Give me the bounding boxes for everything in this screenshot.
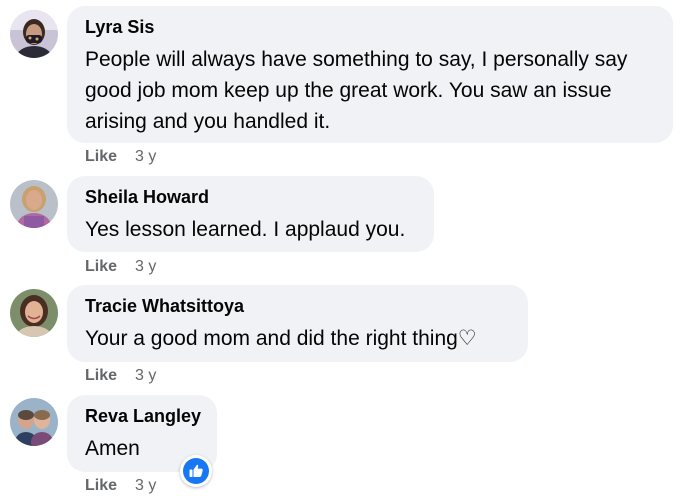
profile-photo-icon (10, 398, 58, 446)
comment-text: People will always have something to say… (85, 48, 628, 133)
comment-author[interactable]: Tracie Whatsittoya (85, 295, 510, 317)
avatar[interactable] (10, 398, 58, 446)
comment-actions: Like 3 y (85, 366, 156, 386)
like-button[interactable]: Like (85, 148, 117, 165)
comment-timestamp[interactable]: 3 y (135, 477, 156, 494)
comment-author[interactable]: Reva Langley (85, 405, 201, 427)
comment-bubble: Sheila Howard Yes lesson learned. I appl… (67, 176, 434, 252)
like-button[interactable]: Like (85, 367, 117, 384)
comment-actions: Like 3 y (85, 257, 156, 277)
comment-timestamp[interactable]: 3 y (135, 258, 156, 275)
comment-text: Amen (85, 437, 140, 460)
like-button[interactable]: Like (85, 258, 117, 275)
comment-author[interactable]: Lyra Sis (85, 16, 655, 38)
avatar[interactable] (10, 10, 58, 58)
avatar[interactable] (10, 180, 58, 228)
comment-text: Your a good mom and did the right thing♡ (85, 327, 477, 350)
comment-text: Yes lesson learned. I applaud you. (85, 218, 406, 241)
thumbs-up-icon (183, 458, 209, 484)
profile-photo-icon (10, 10, 58, 58)
comment-timestamp[interactable]: 3 y (135, 367, 156, 384)
reaction-count-badge[interactable] (180, 455, 212, 487)
like-button[interactable]: Like (85, 477, 117, 494)
profile-photo-icon (10, 289, 58, 337)
comment-actions: Like 3 y (85, 147, 156, 167)
profile-photo-icon (10, 180, 58, 228)
comment-bubble: Lyra Sis People will always have somethi… (67, 6, 673, 143)
comment-actions: Like 3 y (85, 476, 156, 496)
comment-bubble: Tracie Whatsittoya Your a good mom and d… (67, 285, 528, 362)
comment-timestamp[interactable]: 3 y (135, 148, 156, 165)
avatar[interactable] (10, 289, 58, 337)
comment-author[interactable]: Sheila Howard (85, 186, 416, 208)
